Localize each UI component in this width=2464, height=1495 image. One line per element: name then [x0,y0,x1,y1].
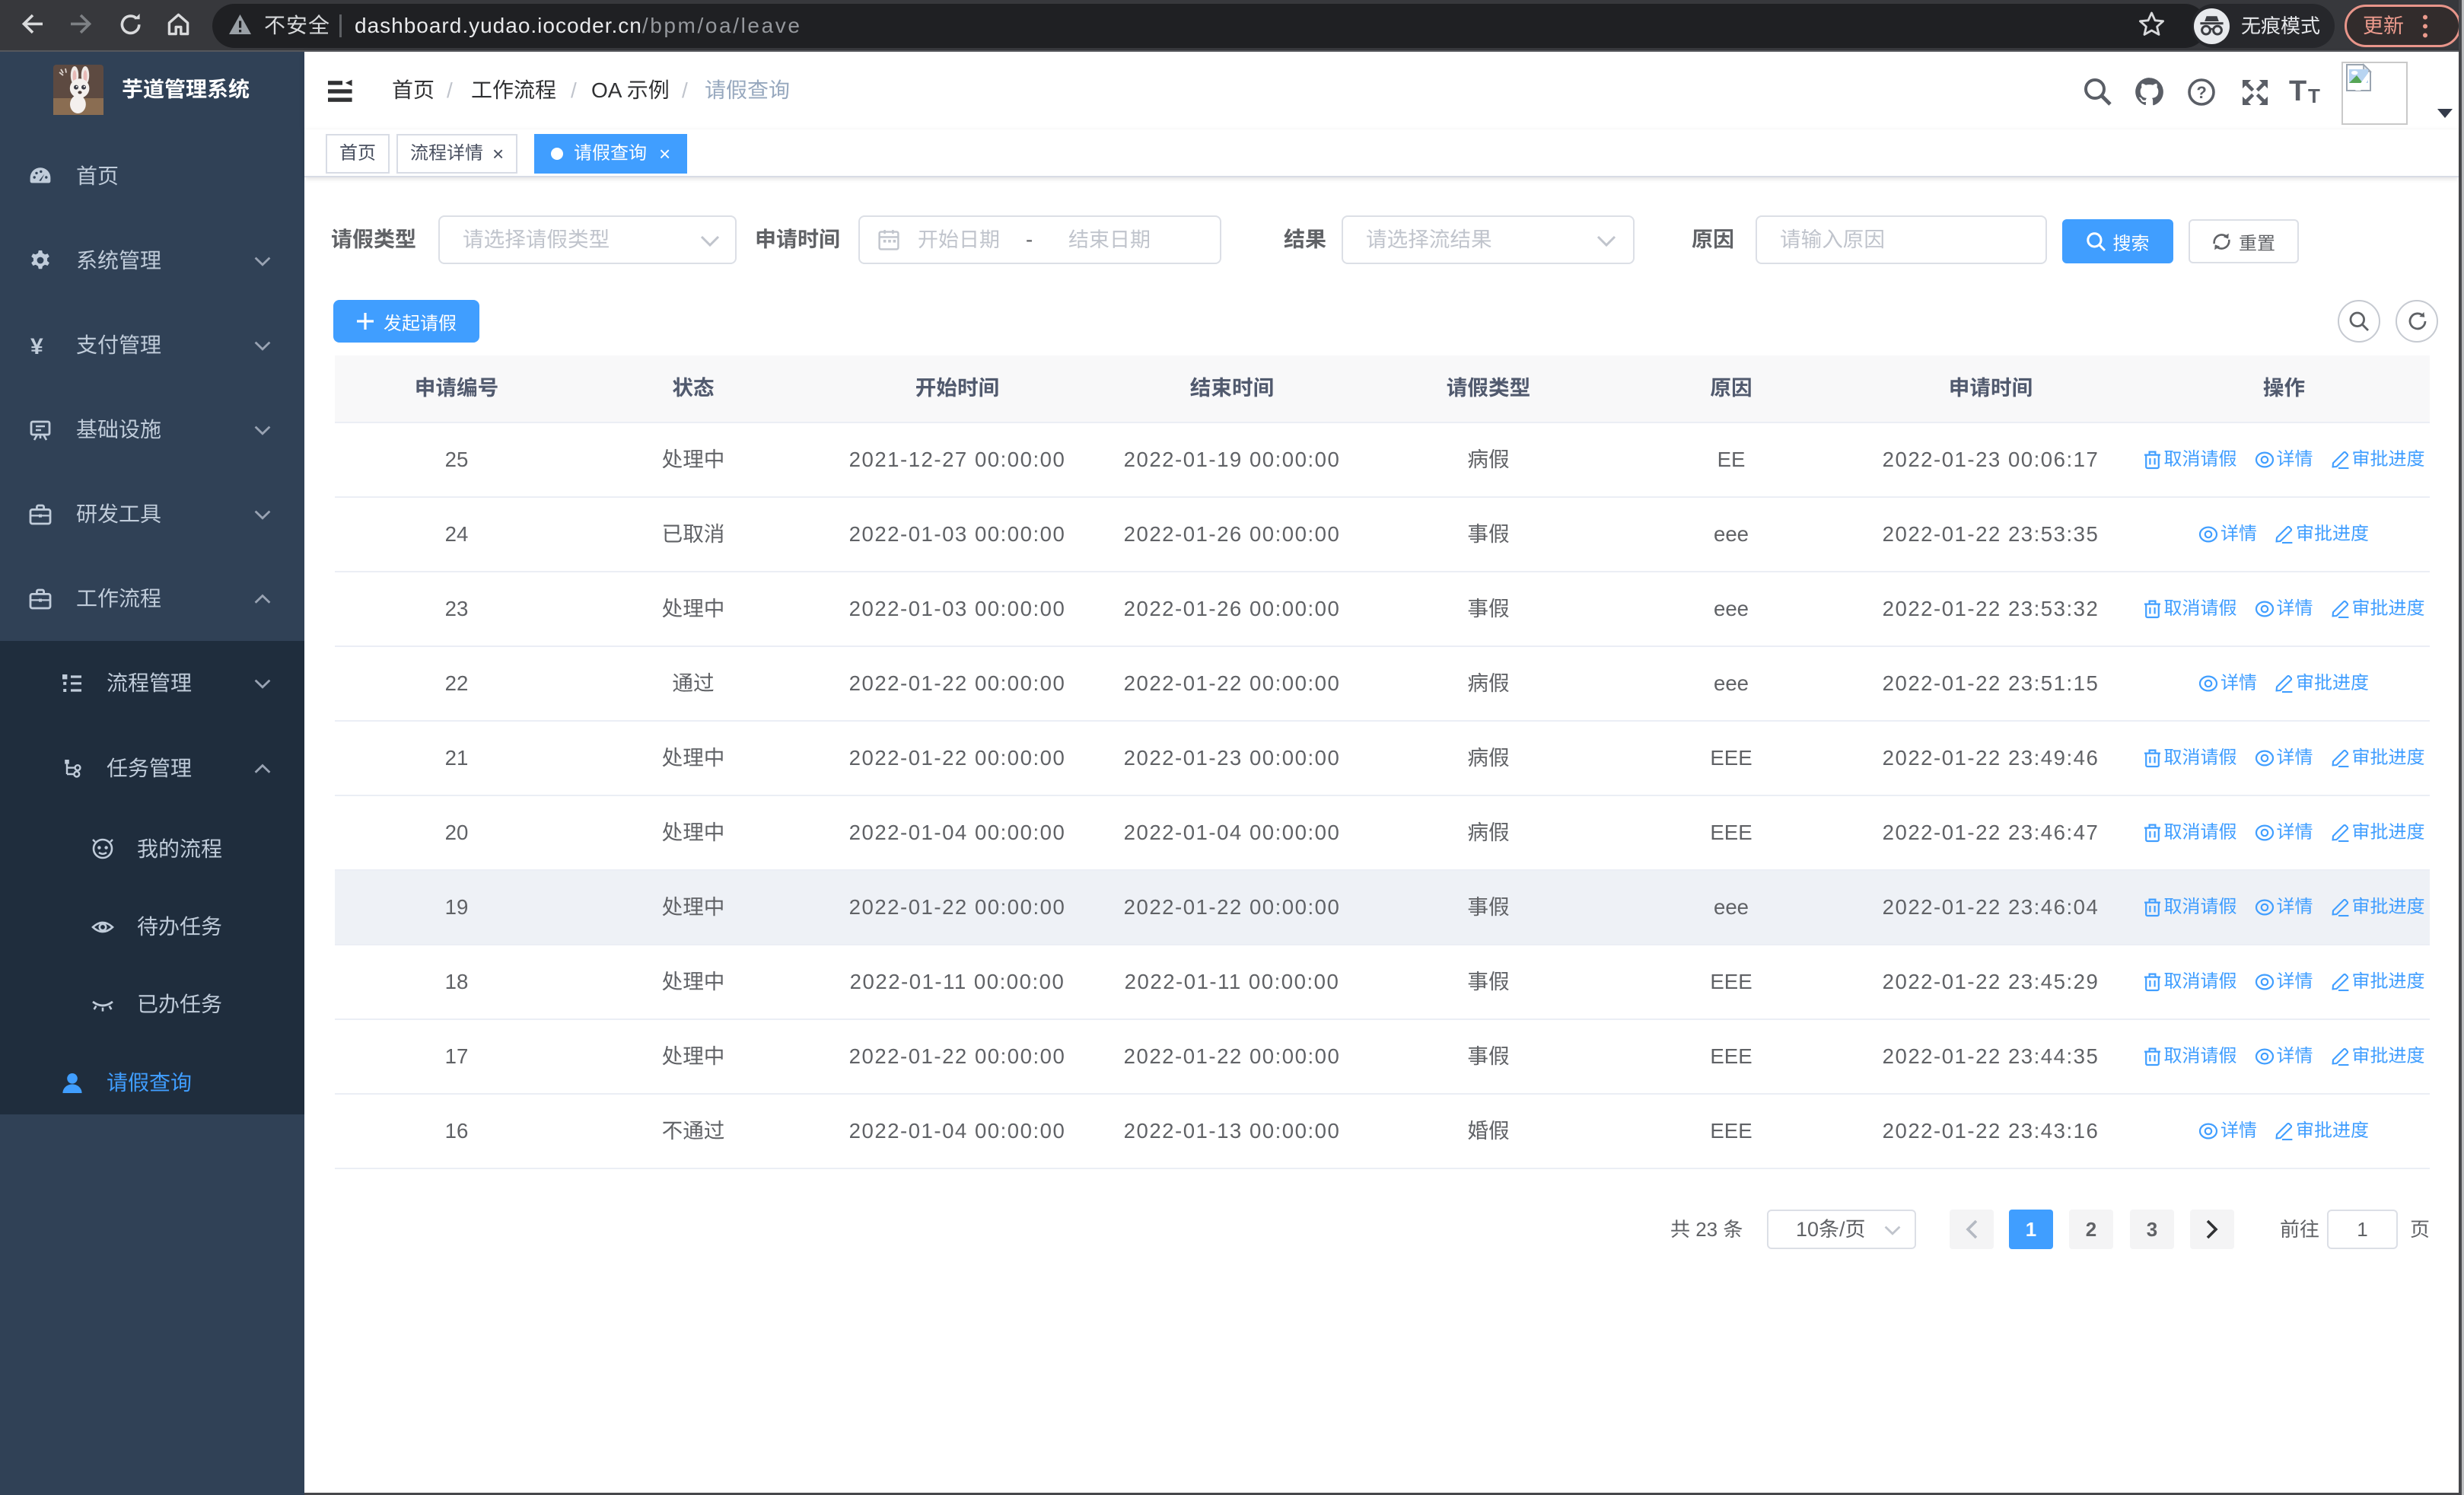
svg-text:¥: ¥ [30,334,43,359]
svg-text:?: ? [2196,83,2206,102]
